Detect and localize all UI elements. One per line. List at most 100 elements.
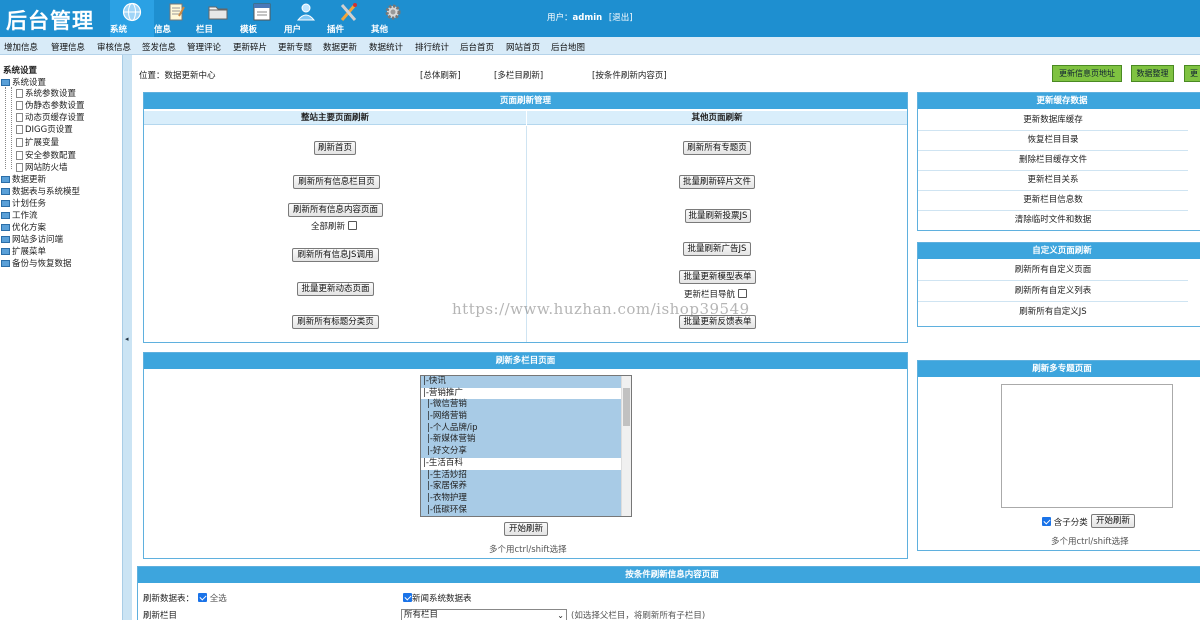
news-table-checkbox[interactable]	[403, 593, 412, 602]
full-refresh-option[interactable]: 全部刷新	[311, 220, 357, 232]
column-option[interactable]: |-个人品牌/ip	[421, 422, 631, 435]
main-pages-subtitle: 整站主要页面刷新	[144, 111, 526, 125]
column-option[interactable]: |-家居保养	[421, 481, 631, 493]
topnav-user[interactable]: 用户	[284, 0, 328, 37]
refresh-all-js-button[interactable]: 刷新所有信息JS调用	[292, 248, 379, 262]
sidebar-item-rewrite[interactable]: 伪静态参数设置	[16, 99, 85, 111]
multi-topic-start-button[interactable]: 开始刷新	[1091, 514, 1135, 528]
update-column-relation-link[interactable]: 更新栏目关系	[918, 170, 1188, 191]
link-condition-refresh[interactable]: [按条件刷新内容页]	[592, 69, 667, 81]
topnav-template[interactable]: 模板	[240, 0, 284, 37]
sidebar-item-firewall[interactable]: 网站防火墙	[16, 161, 68, 173]
sidebar-group-data-update[interactable]: 数据更新	[1, 173, 46, 185]
column-option[interactable]: |-好文分享	[421, 446, 631, 458]
column-option[interactable]: |-微信营销	[421, 399, 631, 412]
refresh-custom-js-link[interactable]: 刷新所有自定义JS	[918, 302, 1188, 323]
link-multi-column-refresh[interactable]: [多栏目刷新]	[494, 69, 543, 81]
sidebar-group-multi-access[interactable]: 网站多访问端	[1, 233, 63, 245]
tools-icon	[340, 3, 357, 21]
topnav-other[interactable]: 其他	[371, 0, 415, 37]
clear-temp-files-link[interactable]: 清除临时文件和数据	[918, 210, 1188, 231]
include-subclass-checkbox[interactable]	[1042, 517, 1051, 526]
batch-refresh-fragments-button[interactable]: 批量刷新碎片文件	[679, 175, 755, 189]
update-nav-checkbox[interactable]	[737, 289, 747, 298]
column-option[interactable]: |-新媒体营销	[421, 434, 631, 447]
sidebar-item-security[interactable]: 安全参数配置	[16, 149, 76, 161]
multi-column-hint: 多个用ctrl/shift选择	[489, 545, 567, 555]
menu-data-stats[interactable]: 数据统计	[369, 41, 403, 53]
listbox-scrollbar[interactable]	[621, 376, 631, 516]
column-option[interactable]: |-低碳环保	[421, 504, 631, 516]
select-all-checkbox[interactable]	[198, 593, 207, 602]
menu-update-topics[interactable]: 更新专题	[278, 41, 312, 53]
batch-refresh-vote-js-button[interactable]: 批量刷新投票JS	[685, 209, 751, 223]
update-column-count-link[interactable]: 更新栏目信息数	[918, 190, 1188, 211]
page-icon	[16, 163, 23, 172]
more-button[interactable]: 更	[1184, 65, 1200, 82]
sidebar-group-tasks[interactable]: 计划任务	[1, 197, 46, 209]
sidebar-group-workflow[interactable]: 工作流	[1, 209, 38, 221]
topic-listbox[interactable]	[1001, 384, 1173, 508]
column-option[interactable]: |-网络营销	[421, 411, 631, 423]
collapse-arrow-icon[interactable]: ◂	[125, 335, 129, 343]
topnav-plugin[interactable]: 插件	[327, 0, 371, 37]
refresh-custom-pages-link[interactable]: 刷新所有自定义页面	[918, 260, 1188, 281]
topnav-system[interactable]: 系统	[110, 0, 154, 37]
restore-column-dir-link[interactable]: 恢复栏目目录	[918, 130, 1188, 151]
sidebar-group-backup[interactable]: 备份与恢复数据	[1, 257, 72, 269]
cache-panel: 更新缓存数据 更新数据库缓存 恢复栏目目录 删除栏目缓存文件 更新栏目关系 更新…	[917, 92, 1200, 231]
batch-update-dynamic-button[interactable]: 批量更新动态页面	[297, 282, 374, 296]
include-subclass-option[interactable]: 含子分类	[1042, 516, 1088, 528]
column-select[interactable]: 所有栏目 ⌄	[401, 609, 567, 620]
sidebar-group-tables[interactable]: 数据表与系统模型	[1, 185, 80, 197]
menu-sign-info[interactable]: 签发信息	[142, 41, 176, 53]
column-option[interactable]: |-营销推广	[421, 388, 631, 400]
update-info-url-button[interactable]: 更新信息页地址	[1052, 65, 1122, 82]
topnav-column[interactable]: 栏目	[196, 0, 240, 37]
link-overall-refresh[interactable]: [总体刷新]	[420, 69, 461, 81]
menu-admin-home[interactable]: 后台首页	[460, 41, 494, 53]
refresh-all-topics-button[interactable]: 刷新所有专题页	[683, 141, 751, 155]
delete-column-cache-link[interactable]: 删除栏目缓存文件	[918, 150, 1188, 171]
column-option[interactable]: |-生活百科	[421, 458, 631, 470]
column-option[interactable]: |-生活妙招	[421, 469, 631, 482]
logout-link[interactable]: [退出]	[609, 13, 633, 23]
refresh-all-column-pages-button[interactable]: 刷新所有信息栏目页	[293, 175, 380, 189]
menu-manage-info[interactable]: 管理信息	[51, 41, 85, 53]
refresh-all-content-pages-button[interactable]: 刷新所有信息内容页面	[288, 203, 383, 217]
sidebar-group-optimize[interactable]: 优化方案	[1, 221, 46, 233]
menu-data-update[interactable]: 数据更新	[323, 41, 357, 53]
update-nav-option[interactable]: 更新栏目导航	[684, 288, 747, 300]
refresh-all-title-class-button[interactable]: 刷新所有标题分类页	[292, 315, 379, 329]
column-listbox[interactable]: |-快讯 |-营销推广 |-微信营销 |-网络营销 |-个人品牌/ip |-新媒…	[420, 375, 632, 517]
news-table-option[interactable]: 新闻系统数据表	[403, 592, 472, 604]
column-option[interactable]: |-快讯	[421, 376, 631, 388]
column-option[interactable]: |-衣物护理	[421, 492, 631, 505]
sidebar-item-ext-vars[interactable]: 扩展变量	[16, 136, 59, 148]
sidebar-item-digg[interactable]: DIGG页设置	[16, 123, 73, 135]
sidebar-item-system-params[interactable]: 系统参数设置	[16, 87, 76, 99]
sidebar-item-cache[interactable]: 动态页缓存设置	[16, 111, 85, 123]
batch-update-model-form-button[interactable]: 批量更新模型表单	[679, 270, 756, 284]
multi-column-start-button[interactable]: 开始刷新	[504, 522, 548, 536]
update-db-cache-link[interactable]: 更新数据库缓存	[918, 110, 1188, 131]
topnav-info[interactable]: 信息	[154, 0, 198, 37]
refresh-home-button[interactable]: 刷新首页	[314, 141, 356, 155]
sidebar-splitter[interactable]: ◂	[122, 55, 132, 620]
data-cleanup-button[interactable]: 数据整理	[1131, 65, 1174, 82]
menu-site-home[interactable]: 网站首页	[506, 41, 540, 53]
menu-rank-stats[interactable]: 排行统计	[415, 41, 449, 53]
scrollbar-thumb[interactable]	[623, 388, 630, 426]
menu-manage-comments[interactable]: 管理评论	[187, 41, 221, 53]
batch-refresh-ad-js-button[interactable]: 批量刷新广告JS	[683, 242, 751, 256]
multi-topic-hint: 多个用ctrl/shift选择	[1051, 537, 1129, 547]
menu-update-fragments[interactable]: 更新碎片	[233, 41, 267, 53]
sidebar-group-ext-menu[interactable]: 扩展菜单	[1, 245, 46, 257]
select-all-option[interactable]: 全选	[198, 592, 227, 604]
menu-add-info[interactable]: 增加信息	[4, 41, 38, 53]
refresh-custom-lists-link[interactable]: 刷新所有自定义列表	[918, 281, 1188, 302]
folder-icon	[1, 212, 10, 219]
menu-review-info[interactable]: 审核信息	[97, 41, 131, 53]
menu-admin-map[interactable]: 后台地图	[551, 41, 585, 53]
full-refresh-checkbox[interactable]	[347, 221, 357, 230]
